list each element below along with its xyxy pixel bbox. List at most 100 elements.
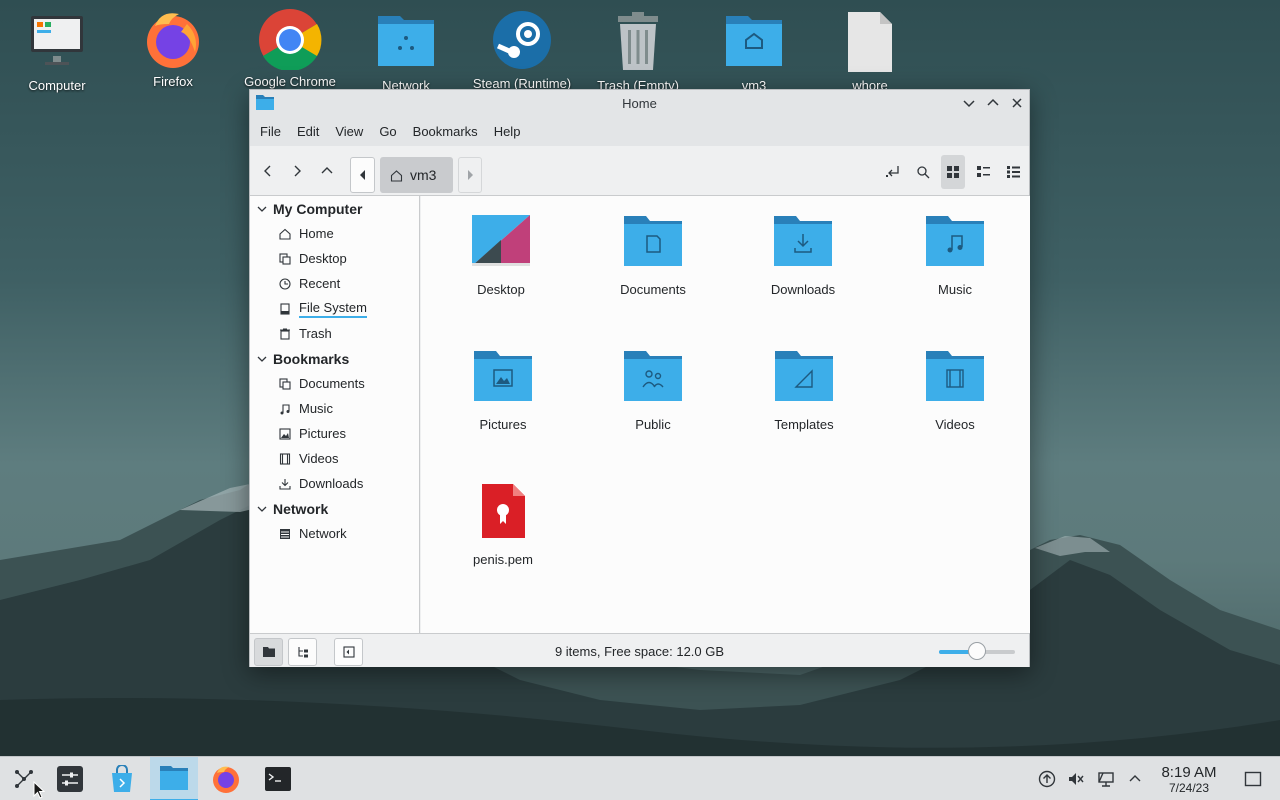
sidebar-item-recent[interactable]: Recent <box>250 271 419 296</box>
sidebar-item-network[interactable]: Network <box>250 521 419 546</box>
file-manager-window: Home File Edit View Go Bookmarks Help vm… <box>249 89 1030 667</box>
sidebar-item-home[interactable]: Home <box>250 221 419 246</box>
taskbar-konsole[interactable] <box>254 757 302 800</box>
desktop-icon-network[interactable]: Network <box>351 10 461 93</box>
desktop-icon-whore[interactable]: whore <box>815 10 925 93</box>
templates-folder-icon <box>774 349 834 403</box>
up-button[interactable] <box>316 160 338 182</box>
file-view[interactable]: Desktop Documents Downloads Music Pictur… <box>421 196 1030 633</box>
file-item-templates[interactable]: Templates <box>749 349 859 432</box>
network-indicator[interactable] <box>1096 769 1116 789</box>
menu-view[interactable]: View <box>327 124 371 139</box>
clock-time: 8:19 AM <box>1161 764 1217 781</box>
digital-clock[interactable]: 8:19 AM 7/24/23 <box>1150 764 1228 796</box>
compact-view-button[interactable] <box>971 160 995 184</box>
sidebar-item-music[interactable]: Music <box>250 396 419 421</box>
arrow-left-icon <box>359 170 365 180</box>
title-bar[interactable]: Home <box>250 90 1029 116</box>
sidebar-item-pictures[interactable]: Pictures <box>250 421 419 446</box>
taskbar-firefox[interactable] <box>202 757 250 800</box>
taskbar-discover[interactable] <box>98 757 146 800</box>
taskbar-system-settings[interactable] <box>46 757 94 800</box>
desktop-icon-chrome[interactable]: Google Chrome <box>235 6 345 89</box>
firefox-icon <box>213 766 239 793</box>
toggle-location-button[interactable] <box>881 160 905 184</box>
sidebar-item-trash[interactable]: Trash <box>250 321 419 346</box>
maximize-button[interactable] <box>984 94 1002 112</box>
downloads-folder-icon <box>773 214 833 268</box>
home-icon <box>390 169 403 182</box>
show-desktop-button[interactable] <box>1243 769 1263 789</box>
show-hidden-icons-button[interactable] <box>1125 769 1145 789</box>
file-item-videos[interactable]: Videos <box>900 349 1010 432</box>
music-folder-icon <box>925 214 985 268</box>
desktop-icon-firefox[interactable]: Firefox <box>118 6 228 89</box>
update-notifier[interactable] <box>1037 769 1057 789</box>
icon-view-button[interactable] <box>941 155 965 189</box>
file-item-public[interactable]: Public <box>598 349 708 432</box>
documents-folder-icon <box>623 214 683 268</box>
sidebar-item-label: Home <box>299 226 334 241</box>
back-button[interactable] <box>257 160 279 182</box>
chevron-down-icon <box>257 506 267 512</box>
terminal-icon <box>265 767 291 791</box>
file-item-documents[interactable]: Documents <box>598 214 708 297</box>
minimize-button[interactable] <box>960 94 978 112</box>
sidebar-item-videos[interactable]: Videos <box>250 446 419 471</box>
details-view-button[interactable] <box>1001 160 1025 184</box>
volume-control[interactable] <box>1066 769 1086 789</box>
status-text: 9 items, Free space: 12.0 GB <box>554 644 725 659</box>
breadcrumb-right-arrow[interactable] <box>458 157 482 193</box>
file-item-label: Videos <box>935 417 975 432</box>
desktop-icon-vm3[interactable]: vm3 <box>699 10 809 93</box>
steam-icon <box>490 8 554 72</box>
window-title: Home <box>622 96 657 111</box>
status-bar: 9 items, Free space: 12.0 GB <box>250 633 1029 667</box>
menu-help[interactable]: Help <box>486 124 529 139</box>
breadcrumb-left-arrow[interactable] <box>350 157 375 193</box>
breadcrumb-home[interactable]: vm3 <box>380 157 453 193</box>
drive-icon <box>279 302 291 315</box>
menu-bookmarks[interactable]: Bookmarks <box>405 124 486 139</box>
desktop-icon-label: Google Chrome <box>244 74 336 89</box>
sidebar-item-label: Desktop <box>299 251 347 266</box>
file-item-music[interactable]: Music <box>900 214 1010 297</box>
trash-icon <box>606 10 670 74</box>
close-button[interactable] <box>1008 94 1026 112</box>
chevron-up-icon <box>1129 775 1141 782</box>
sidebar-section-my-computer[interactable]: My Computer <box>250 196 419 221</box>
desktop-icon-computer[interactable]: Computer <box>2 10 112 93</box>
menu-edit[interactable]: Edit <box>289 124 327 139</box>
menu-file[interactable]: File <box>252 124 289 139</box>
sidebar-item-desktop[interactable]: Desktop <box>250 246 419 271</box>
forward-button[interactable] <box>286 160 308 182</box>
file-item-label: Public <box>635 417 671 432</box>
settings-icon <box>57 766 83 792</box>
search-button[interactable] <box>911 160 935 184</box>
desktop-icon-steam[interactable]: Steam (Runtime) <box>467 8 577 91</box>
home-icon <box>279 228 291 240</box>
sidebar-item-downloads[interactable]: Downloads <box>250 471 419 496</box>
update-icon <box>1038 770 1056 788</box>
downloads-icon <box>279 478 291 490</box>
sidebar-item-file-system[interactable]: File System <box>250 296 419 321</box>
sidebar-item-label: Trash <box>299 326 332 341</box>
chevron-down-icon <box>257 356 267 362</box>
places-sidebar: My Computer Home Desktop Recent File Sys… <box>250 196 420 633</box>
desktop-icon-label: Firefox <box>153 74 193 89</box>
zoom-slider-handle[interactable] <box>968 642 986 660</box>
trash-icon <box>279 327 291 340</box>
sidebar-section-network[interactable]: Network <box>250 496 419 521</box>
list-view-icon <box>1006 166 1020 178</box>
zoom-slider[interactable] <box>939 642 1015 660</box>
sidebar-item-documents[interactable]: Documents <box>250 371 419 396</box>
file-item-penis-pem[interactable]: penis.pem <box>448 484 558 567</box>
file-item-downloads[interactable]: Downloads <box>748 214 858 297</box>
sidebar-section-bookmarks[interactable]: Bookmarks <box>250 346 419 371</box>
taskbar-dolphin[interactable] <box>150 757 198 800</box>
sidebar-item-label: Recent <box>299 276 341 291</box>
file-item-pictures[interactable]: Pictures <box>448 349 558 432</box>
file-item-desktop[interactable]: Desktop <box>446 214 556 297</box>
menu-go[interactable]: Go <box>371 124 404 139</box>
desktop-icon-trash[interactable]: Trash (Empty) <box>583 10 693 93</box>
